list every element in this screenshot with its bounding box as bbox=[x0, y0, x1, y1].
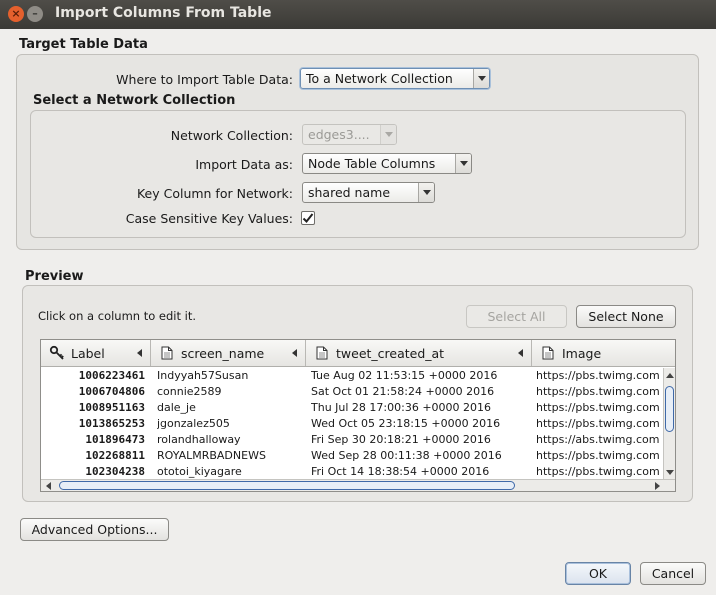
key-column-combo[interactable]: shared name bbox=[302, 182, 435, 203]
table-cell: connie2589 bbox=[157, 385, 222, 398]
column-header-label[interactable]: Label bbox=[41, 340, 151, 366]
table-cell: 1008951163 bbox=[78, 401, 145, 414]
horizontal-scrollbar[interactable] bbox=[41, 479, 675, 491]
document-icon bbox=[540, 345, 556, 361]
import-as-label: Import Data as: bbox=[195, 157, 293, 172]
key-icon bbox=[49, 345, 65, 361]
where-combo[interactable]: To a Network Collection bbox=[300, 68, 490, 89]
table-cell: Sat Oct 01 21:58:24 +0000 2016 bbox=[311, 385, 495, 398]
table-row[interactable]: 102304238 ototoi_kiyagare Fri Oct 14 18:… bbox=[41, 464, 665, 480]
vertical-scrollbar[interactable] bbox=[663, 368, 675, 480]
table-cell: Thu Jul 28 17:00:36 +0000 2016 bbox=[311, 401, 492, 414]
table-row[interactable]: 102268811 ROYALMRBADNEWS Wed Sep 28 00:1… bbox=[41, 448, 665, 464]
close-window-button[interactable]: × bbox=[8, 6, 24, 22]
minimize-window-button[interactable]: – bbox=[27, 6, 43, 22]
target-section-title: Target Table Data bbox=[19, 37, 148, 52]
table-row[interactable]: 1008951163 dale_je Thu Jul 28 17:00:36 +… bbox=[41, 400, 665, 416]
window-title: Import Columns From Table bbox=[55, 5, 272, 21]
table-cell: Tue Aug 02 11:53:15 +0000 2016 bbox=[311, 369, 498, 382]
table-cell: ototoi_kiyagare bbox=[157, 465, 242, 478]
table-header: Label screen_name tweet_created_at Image bbox=[41, 340, 675, 367]
preview-table: Label screen_name tweet_created_at Image… bbox=[40, 339, 676, 492]
table-row[interactable]: 1006223461 Indyyah57Susan Tue Aug 02 11:… bbox=[41, 368, 665, 384]
table-cell: https://pbs.twimg.com bbox=[536, 401, 660, 414]
chevron-down-icon bbox=[418, 183, 434, 202]
column-header-text: Image bbox=[562, 345, 602, 361]
table-cell: https://pbs.twimg.com bbox=[536, 449, 660, 462]
table-row[interactable]: 1013865253 jgonzalez505 Wed Oct 05 23:18… bbox=[41, 416, 665, 432]
import-as-value: Node Table Columns bbox=[308, 156, 436, 171]
table-cell: 1006704806 bbox=[78, 385, 145, 398]
table-cell: 101896473 bbox=[85, 433, 145, 446]
vertical-scroll-thumb[interactable] bbox=[665, 386, 674, 432]
scroll-up-icon[interactable] bbox=[664, 370, 675, 381]
column-header-text: tweet_created_at bbox=[336, 345, 445, 361]
network-section-title: Select a Network Collection bbox=[33, 93, 236, 108]
table-cell: jgonzalez505 bbox=[157, 417, 230, 430]
table-cell: https://pbs.twimg.com bbox=[536, 465, 660, 478]
table-cell: https://pbs.twimg.com bbox=[536, 369, 660, 382]
table-body: 1006223461 Indyyah57Susan Tue Aug 02 11:… bbox=[41, 368, 665, 480]
checkmark-icon bbox=[302, 213, 314, 223]
where-label: Where to Import Table Data: bbox=[116, 72, 293, 87]
chevron-left-icon bbox=[518, 349, 523, 357]
key-column-label: Key Column for Network: bbox=[136, 186, 293, 201]
title-bar: × – Import Columns From Table bbox=[0, 0, 716, 29]
select-none-button[interactable]: Select None bbox=[576, 305, 676, 328]
collection-label: Network Collection: bbox=[170, 128, 293, 143]
preview-section-title: Preview bbox=[25, 269, 84, 284]
table-cell: https://abs.twimg.com bbox=[536, 433, 660, 446]
collection-combo: edges3.... bbox=[302, 124, 397, 145]
chevron-down-icon bbox=[455, 154, 471, 173]
advanced-options-button[interactable]: Advanced Options... bbox=[20, 518, 169, 541]
preview-hint: Click on a column to edit it. bbox=[38, 309, 197, 323]
table-cell: https://pbs.twimg.com bbox=[536, 417, 660, 430]
chevron-left-icon bbox=[292, 349, 297, 357]
import-as-combo[interactable]: Node Table Columns bbox=[302, 153, 472, 174]
table-cell: 1006223461 bbox=[78, 369, 145, 382]
table-row[interactable]: 101896473 rolandhalloway Fri Sep 30 20:1… bbox=[41, 432, 665, 448]
select-all-button[interactable]: Select All bbox=[466, 305, 567, 328]
where-value: To a Network Collection bbox=[306, 71, 453, 86]
scroll-left-icon[interactable] bbox=[43, 481, 54, 491]
chevron-left-icon bbox=[137, 349, 142, 357]
table-cell: Fri Sep 30 20:18:21 +0000 2016 bbox=[311, 433, 491, 446]
table-cell: Indyyah57Susan bbox=[157, 369, 249, 382]
table-cell: dale_je bbox=[157, 401, 196, 414]
document-icon bbox=[159, 345, 175, 361]
column-header-text: Label bbox=[71, 345, 105, 361]
collection-value: edges3.... bbox=[308, 127, 370, 142]
table-cell: ROYALMRBADNEWS bbox=[157, 449, 266, 462]
cancel-button[interactable]: Cancel bbox=[640, 562, 706, 585]
table-cell: Wed Sep 28 00:11:38 +0000 2016 bbox=[311, 449, 502, 462]
column-header-image[interactable]: Image bbox=[532, 340, 675, 366]
column-header-text: screen_name bbox=[181, 345, 265, 361]
table-cell: Wed Oct 05 23:18:15 +0000 2016 bbox=[311, 417, 501, 430]
case-sensitive-label: Case Sensitive Key Values: bbox=[125, 211, 293, 226]
table-cell: 102304238 bbox=[85, 465, 145, 478]
column-header-tweet-created-at[interactable]: tweet_created_at bbox=[306, 340, 532, 366]
scroll-right-icon[interactable] bbox=[652, 481, 663, 491]
case-sensitive-checkbox[interactable] bbox=[301, 211, 315, 225]
table-row[interactable]: 1006704806 connie2589 Sat Oct 01 21:58:2… bbox=[41, 384, 665, 400]
table-cell: Fri Oct 14 18:38:54 +0000 2016 bbox=[311, 465, 490, 478]
key-column-value: shared name bbox=[308, 185, 391, 200]
chevron-down-icon bbox=[380, 125, 396, 144]
table-cell: https://pbs.twimg.com bbox=[536, 385, 660, 398]
column-header-screen-name[interactable]: screen_name bbox=[151, 340, 306, 366]
ok-button[interactable]: OK bbox=[565, 562, 631, 585]
table-cell: 1013865253 bbox=[78, 417, 145, 430]
document-icon bbox=[314, 345, 330, 361]
horizontal-scroll-thumb[interactable] bbox=[59, 481, 515, 490]
scroll-down-icon[interactable] bbox=[664, 467, 675, 478]
chevron-down-icon bbox=[473, 69, 489, 88]
table-cell: rolandhalloway bbox=[157, 433, 241, 446]
table-cell: 102268811 bbox=[85, 449, 145, 462]
